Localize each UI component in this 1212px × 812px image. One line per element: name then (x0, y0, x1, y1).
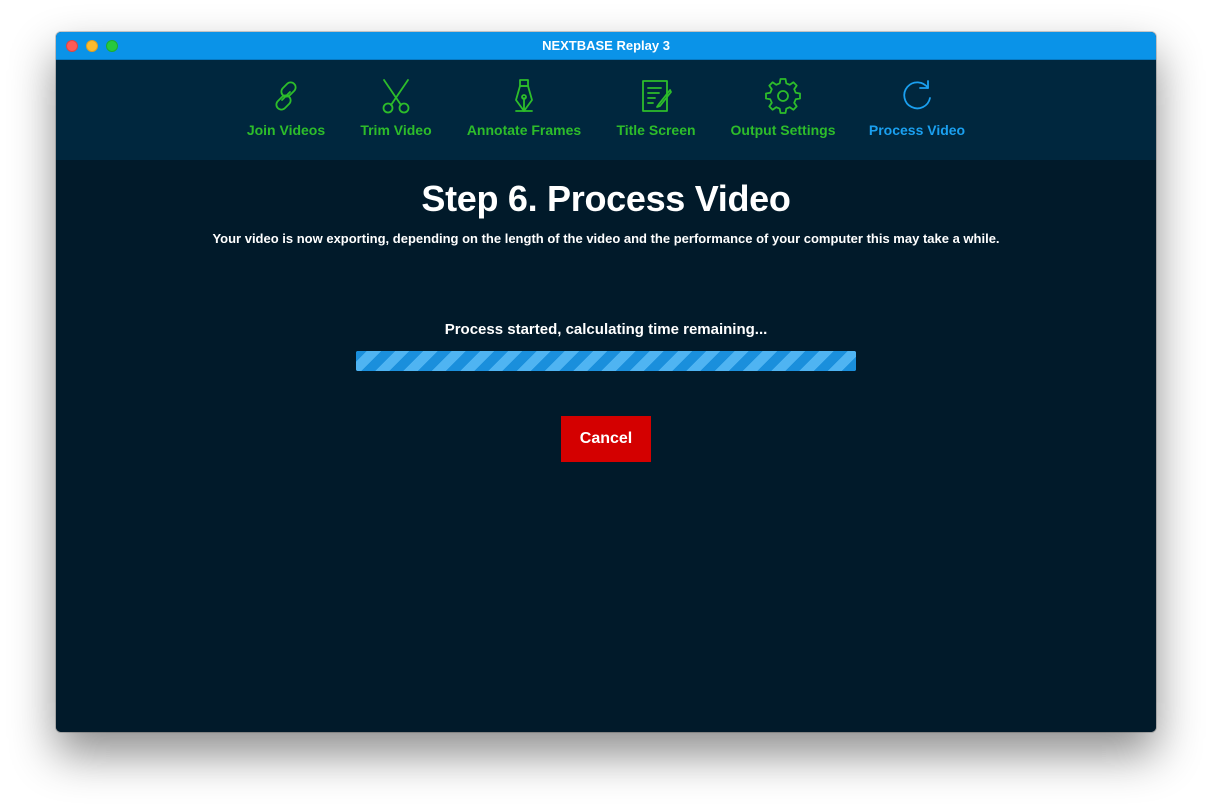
nav-annotate-frames[interactable]: Annotate Frames (467, 60, 581, 160)
window-title: NEXTBASE Replay 3 (542, 38, 670, 53)
progress-bar (356, 351, 856, 371)
nav-label-title-screen: Title Screen (616, 122, 696, 138)
nav-label-trim-video: Trim Video (360, 122, 432, 138)
nav-label-join-videos: Join Videos (246, 122, 326, 138)
edit-document-icon (638, 78, 674, 114)
step-navigation: Join Videos Trim Video Annotate Frames T… (56, 60, 1156, 160)
nav-process-video[interactable]: Process Video (869, 60, 965, 160)
nav-label-annotate-frames: Annotate Frames (466, 122, 582, 138)
nav-output-settings[interactable]: Output Settings (731, 60, 836, 160)
gear-icon (765, 78, 801, 114)
progress-bar-fill (356, 351, 856, 371)
nav-join-videos[interactable]: Join Videos (246, 60, 326, 160)
app-window: NEXTBASE Replay 3 Join Videos Trim Video… (56, 32, 1156, 732)
main-content: Step 6. Process Video Your video is now … (56, 160, 1156, 732)
pen-nib-icon (506, 78, 542, 114)
refresh-icon (899, 78, 935, 114)
nav-title-screen[interactable]: Title Screen (616, 60, 696, 160)
cancel-button[interactable]: Cancel (561, 416, 651, 462)
link-icon (268, 78, 304, 114)
nav-label-output-settings: Output Settings (730, 122, 836, 138)
nav-label-process-video: Process Video (868, 122, 966, 138)
process-status: Process started, calculating time remain… (444, 321, 768, 338)
nav-trim-video[interactable]: Trim Video (356, 60, 436, 160)
page-title: Step 6. Process Video (421, 178, 791, 219)
desktop: NEXTBASE Replay 3 Join Videos Trim Video… (0, 0, 1212, 812)
scissors-icon (378, 78, 414, 114)
title-bar[interactable]: NEXTBASE Replay 3 (56, 32, 1156, 60)
page-description: Your video is now exporting, depending o… (212, 231, 1000, 246)
